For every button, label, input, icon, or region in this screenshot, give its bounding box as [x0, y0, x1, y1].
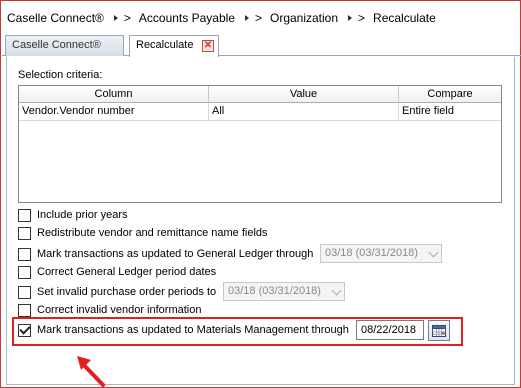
- triangle-right-icon: [244, 15, 249, 21]
- breadcrumb-separator: >: [244, 11, 262, 25]
- set-invalid-po-checkbox[interactable]: [18, 285, 31, 299]
- column-header-value[interactable]: Value: [209, 86, 399, 103]
- chevron-down-icon: [331, 285, 342, 296]
- breadcrumb-separator: >: [348, 11, 365, 25]
- column-header-compare[interactable]: Compare: [399, 86, 501, 103]
- selection-criteria-label: Selection criteria:: [18, 69, 103, 81]
- breadcrumb-separator: >: [113, 11, 131, 25]
- table-cell-compare[interactable]: Entire field: [399, 103, 501, 121]
- include-prior-years-option[interactable]: Include prior years: [18, 207, 128, 223]
- correct-gl-dates-option[interactable]: Correct General Ledger period dates: [18, 264, 216, 280]
- redistribute-option[interactable]: Redistribute vendor and remittance name …: [18, 225, 268, 241]
- breadcrumb-item-accounts-payable[interactable]: Accounts Payable: [139, 11, 235, 25]
- correct-gl-dates-checkbox[interactable]: [18, 265, 31, 279]
- red-arrow-icon: [77, 356, 105, 387]
- column-header-column[interactable]: Column: [19, 86, 209, 103]
- set-invalid-po-label: Set invalid purchase order periods to: [37, 286, 217, 298]
- breadcrumb-item-recalculate[interactable]: Recalculate: [373, 11, 436, 25]
- include-prior-years-checkbox[interactable]: [18, 208, 31, 222]
- table-cell-column[interactable]: Vendor.Vendor number: [19, 103, 209, 121]
- window-frame: Caselle Connect® > Accounts Payable > Or…: [0, 0, 521, 388]
- close-icon[interactable]: ✕: [202, 40, 214, 52]
- tab-recalculate[interactable]: Recalculate ✕: [129, 35, 219, 57]
- tab-recalculate-label: Recalculate: [136, 39, 194, 51]
- redistribute-checkbox[interactable]: [18, 226, 31, 240]
- redistribute-label: Redistribute vendor and remittance name …: [37, 227, 268, 239]
- po-period-select[interactable]: 03/18 (03/31/2018): [223, 282, 345, 301]
- correct-gl-dates-label: Correct General Ledger period dates: [37, 266, 217, 278]
- calendar-button[interactable]: [428, 320, 450, 341]
- calendar-icon: [432, 325, 446, 337]
- mm-date-input[interactable]: [356, 320, 424, 340]
- po-period-value: 03/18 (03/31/2018): [228, 285, 321, 297]
- mark-gl-checkbox[interactable]: [18, 247, 31, 261]
- gl-period-select[interactable]: 03/18 (03/31/2018): [320, 244, 442, 263]
- gl-period-value: 03/18 (03/31/2018): [325, 247, 418, 259]
- chevron-down-icon: [428, 247, 439, 258]
- breadcrumb-item-caselle-connect[interactable]: Caselle Connect®: [7, 11, 104, 25]
- mark-gl-label: Mark transactions as updated to General …: [37, 248, 314, 260]
- table-cell-value[interactable]: All: [209, 103, 399, 121]
- table-row[interactable]: Vendor.Vendor number All Entire field: [19, 103, 501, 121]
- triangle-right-icon: [113, 15, 118, 21]
- mark-gl-option[interactable]: Mark transactions as updated to General …: [18, 246, 313, 262]
- triangle-right-icon: [348, 15, 353, 21]
- correct-vendor-checkbox[interactable]: [18, 303, 31, 317]
- breadcrumb-item-organization[interactable]: Organization: [270, 11, 338, 25]
- mark-mm-label: Mark transactions as updated to Material…: [37, 324, 349, 336]
- tab-caselle-connect[interactable]: Caselle Connect®: [5, 35, 124, 56]
- correct-vendor-label: Correct invalid vendor information: [37, 304, 202, 316]
- selection-criteria-grid[interactable]: Column Value Compare Vendor.Vendor numbe…: [18, 85, 502, 203]
- grid-header: Column Value Compare: [19, 86, 501, 103]
- mark-mm-checkbox[interactable]: [18, 323, 31, 337]
- correct-vendor-option[interactable]: Correct invalid vendor information: [18, 302, 201, 318]
- breadcrumb: Caselle Connect® > Accounts Payable > Or…: [7, 10, 436, 26]
- mark-mm-option[interactable]: Mark transactions as updated to Material…: [18, 322, 349, 338]
- tab-bar: Caselle Connect® Recalculate ✕: [2, 34, 521, 57]
- include-prior-years-label: Include prior years: [37, 209, 128, 221]
- set-invalid-po-option[interactable]: Set invalid purchase order periods to: [18, 284, 216, 300]
